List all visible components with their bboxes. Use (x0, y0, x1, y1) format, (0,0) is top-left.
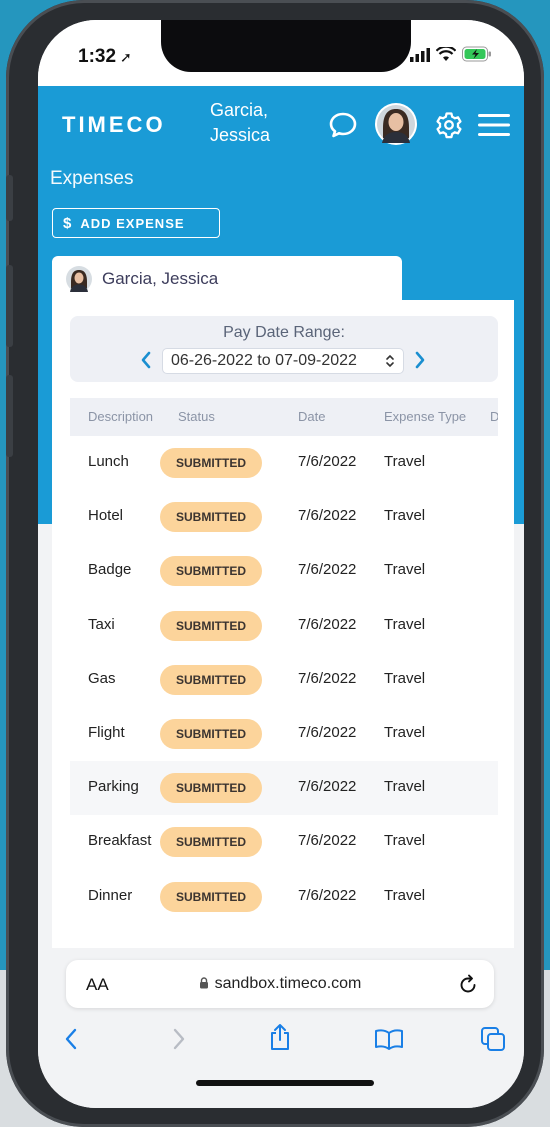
cell-description: Gas (88, 669, 116, 687)
updown-chevron-icon (386, 354, 394, 368)
pay-date-range-panel: Pay Date Range: 06-26-2022 to 07-09-2022 (70, 316, 498, 382)
location-arrow-icon: ➚ (120, 49, 132, 65)
cell-date: 7/6/2022 (298, 669, 357, 687)
share-icon[interactable] (268, 1022, 292, 1052)
mute-switch (6, 175, 13, 221)
cell-description: Dinner (88, 886, 133, 904)
employee-avatar (66, 266, 92, 292)
timeco-logo: TIMECO (62, 112, 166, 137)
status-badge: SUBMITTED (160, 718, 262, 749)
forward-icon[interactable] (172, 1028, 186, 1050)
cell-expense-type: Travel (384, 669, 426, 687)
cell-description: Parking (88, 778, 139, 796)
table-row[interactable]: Breakfast SUBMITTED 7/6/2022 Travel (70, 815, 498, 869)
table-row[interactable]: Dinner SUBMITTED 7/6/2022 Travel (70, 870, 498, 924)
chat-icon[interactable] (328, 110, 358, 140)
gear-icon[interactable] (434, 110, 464, 140)
cell-expense-type: Travel (384, 615, 426, 633)
next-period-icon[interactable] (414, 350, 426, 370)
column-header-expense-type[interactable]: Expense Type (384, 409, 466, 424)
table-row[interactable]: Gas SUBMITTED 7/6/2022 Travel (70, 653, 498, 707)
phone-frame: 1:32 ➚ TIMECO Garcia, Jessica Expenses $… (6, 0, 544, 1127)
app-header: TIMECO Garcia, Jessica (38, 86, 524, 164)
column-header-date[interactable]: Date (298, 409, 325, 424)
table-row[interactable]: Taxi SUBMITTED 7/6/2022 Travel (70, 599, 498, 653)
column-header-truncated[interactable]: D (490, 409, 498, 424)
expenses-table-body: Lunch SUBMITTED 7/6/2022 Travel Hotel SU… (70, 436, 498, 924)
cell-description: Breakfast (88, 832, 152, 850)
cell-expense-type: Travel (384, 453, 426, 470)
camera-notch (161, 20, 411, 72)
status-time: 1:32 ➚ (78, 46, 132, 67)
volume-up-button (6, 265, 13, 347)
cell-description: Lunch (88, 453, 129, 470)
header-user-name[interactable]: Garcia, Jessica (210, 98, 290, 148)
status-badge: SUBMITTED (160, 448, 262, 478)
bookmarks-icon[interactable] (374, 1028, 404, 1050)
battery-icon (462, 46, 491, 62)
status-badge: SUBMITTED (160, 502, 262, 533)
pay-date-range-label: Pay Date Range: (223, 324, 345, 341)
status-badge: SUBMITTED (160, 664, 262, 695)
expenses-card: Pay Date Range: 06-26-2022 to 07-09-2022… (52, 300, 514, 960)
status-badge: SUBMITTED (160, 556, 262, 587)
cell-expense-type: Travel (384, 561, 426, 579)
cell-date: 7/6/2022 (298, 723, 357, 741)
cell-date: 7/6/2022 (298, 832, 357, 850)
volume-down-button (6, 375, 13, 457)
cell-expense-type: Travel (384, 723, 426, 741)
tabs-icon[interactable] (480, 1026, 506, 1052)
table-row[interactable]: Hotel SUBMITTED 7/6/2022 Travel (70, 490, 498, 544)
cell-date: 7/6/2022 (298, 778, 357, 796)
dollar-icon: $ (63, 214, 73, 232)
status-badge: SUBMITTED (160, 610, 262, 641)
pay-date-range-value: 06-26-2022 to 07-09-2022 (171, 352, 357, 369)
table-row[interactable]: Badge SUBMITTED 7/6/2022 Travel (70, 544, 498, 598)
reload-icon[interactable] (458, 973, 478, 995)
table-row[interactable]: Parking SUBMITTED 7/6/2022 Travel (70, 761, 498, 816)
url-text: sandbox.timeco.com (66, 975, 494, 993)
add-expense-label: ADD EXPENSE (80, 215, 185, 231)
cell-expense-type: Travel (384, 507, 426, 525)
user-avatar[interactable] (374, 102, 418, 146)
hamburger-menu-icon[interactable] (478, 112, 510, 138)
cell-description: Taxi (88, 615, 115, 633)
table-row[interactable]: Lunch SUBMITTED 7/6/2022 Travel (70, 436, 498, 490)
cell-date: 7/6/2022 (298, 507, 357, 525)
pay-date-range-select[interactable]: 06-26-2022 to 07-09-2022 (162, 348, 404, 374)
cell-description: Hotel (88, 507, 124, 525)
cell-expense-type: Travel (384, 886, 426, 904)
status-badge: SUBMITTED (160, 827, 262, 858)
home-indicator (196, 1080, 374, 1086)
status-badge: SUBMITTED (160, 773, 262, 804)
table-header: Description Status Date Expense Type D (70, 398, 498, 436)
cell-description: Flight (88, 723, 125, 741)
signal-icon (410, 48, 430, 62)
cell-expense-type: Travel (384, 832, 426, 850)
address-bar[interactable]: AA sandbox.timeco.com (66, 960, 494, 1008)
cell-date: 7/6/2022 (298, 453, 357, 470)
table-row[interactable]: Flight SUBMITTED 7/6/2022 Travel (70, 707, 498, 761)
previous-period-icon[interactable] (140, 350, 152, 370)
column-header-description[interactable]: Description (88, 409, 153, 424)
status-badge: SUBMITTED (160, 881, 262, 912)
cell-expense-type: Travel (384, 778, 426, 796)
cell-date: 7/6/2022 (298, 886, 357, 904)
cell-date: 7/6/2022 (298, 561, 357, 579)
phone-screen: 1:32 ➚ TIMECO Garcia, Jessica Expenses $… (38, 20, 524, 1108)
page-title: Expenses (50, 168, 134, 189)
cell-description: Badge (88, 561, 132, 579)
cell-date: 7/6/2022 (298, 615, 357, 633)
add-expense-button[interactable]: $ ADD EXPENSE (52, 208, 220, 238)
employee-name: Garcia, Jessica (102, 269, 219, 288)
column-header-status[interactable]: Status (178, 409, 215, 424)
back-icon[interactable] (64, 1028, 78, 1050)
employee-tab[interactable]: Garcia, Jessica (52, 256, 402, 302)
wifi-icon (436, 47, 456, 61)
lock-icon (199, 977, 208, 989)
